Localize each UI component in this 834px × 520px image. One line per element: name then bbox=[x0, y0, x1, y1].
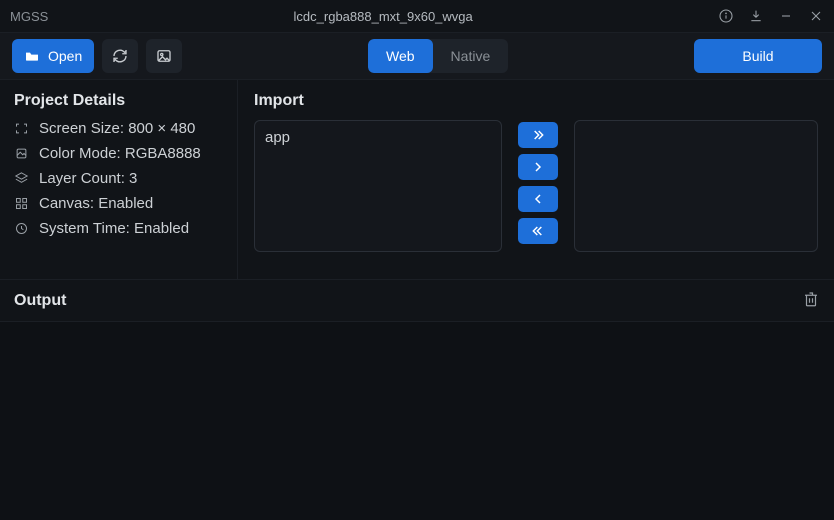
detail-label: Color Mode: RGBA8888 bbox=[39, 145, 201, 162]
build-button[interactable]: Build bbox=[694, 39, 822, 73]
detail-screen-size: Screen Size: 800 × 480 bbox=[14, 120, 223, 137]
move-left-button[interactable] bbox=[518, 186, 558, 212]
output-header: Output bbox=[0, 280, 834, 322]
detail-label: Layer Count: 3 bbox=[39, 170, 137, 187]
project-details-panel: Project Details Screen Size: 800 × 480 C… bbox=[0, 80, 238, 279]
minimize-icon[interactable] bbox=[778, 8, 794, 24]
import-title: Import bbox=[254, 92, 818, 110]
detail-label: Screen Size: 800 × 480 bbox=[39, 120, 195, 137]
open-button[interactable]: Open bbox=[12, 39, 94, 73]
detail-label: Canvas: Enabled bbox=[39, 195, 153, 212]
project-details-title: Project Details bbox=[14, 92, 223, 110]
build-button-label: Build bbox=[742, 48, 773, 64]
image-preview-button[interactable] bbox=[146, 39, 182, 73]
move-all-left-button[interactable] bbox=[518, 218, 558, 244]
detail-color-mode: Color Mode: RGBA8888 bbox=[14, 145, 223, 162]
segment-native[interactable]: Native bbox=[433, 39, 509, 73]
trash-icon[interactable] bbox=[802, 290, 820, 311]
import-available-listbox[interactable]: app bbox=[254, 120, 502, 252]
open-button-label: Open bbox=[48, 48, 82, 64]
import-selected-listbox[interactable] bbox=[574, 120, 818, 252]
move-all-right-button[interactable] bbox=[518, 122, 558, 148]
info-icon[interactable] bbox=[718, 8, 734, 24]
toolbar: Open Web Native Build bbox=[0, 32, 834, 80]
segment-web[interactable]: Web bbox=[368, 39, 433, 73]
detail-canvas: Canvas: Enabled bbox=[14, 195, 223, 212]
detail-label: System Time: Enabled bbox=[39, 220, 189, 237]
download-icon[interactable] bbox=[748, 8, 764, 24]
move-right-button[interactable] bbox=[518, 154, 558, 180]
titlebar: MGSS lcdc_rgba888_mxt_9x60_wvga bbox=[0, 0, 834, 32]
refresh-button[interactable] bbox=[102, 39, 138, 73]
app-name: MGSS bbox=[10, 9, 48, 24]
detail-layer-count: Layer Count: 3 bbox=[14, 170, 223, 187]
close-icon[interactable] bbox=[808, 8, 824, 24]
document-title: lcdc_rgba888_mxt_9x60_wvga bbox=[48, 9, 718, 24]
output-title: Output bbox=[14, 292, 66, 310]
output-body bbox=[0, 322, 834, 520]
list-item[interactable]: app bbox=[265, 129, 491, 146]
target-segmented-control: Web Native bbox=[368, 39, 508, 73]
import-panel: Import app bbox=[238, 80, 834, 279]
detail-system-time: System Time: Enabled bbox=[14, 220, 223, 237]
